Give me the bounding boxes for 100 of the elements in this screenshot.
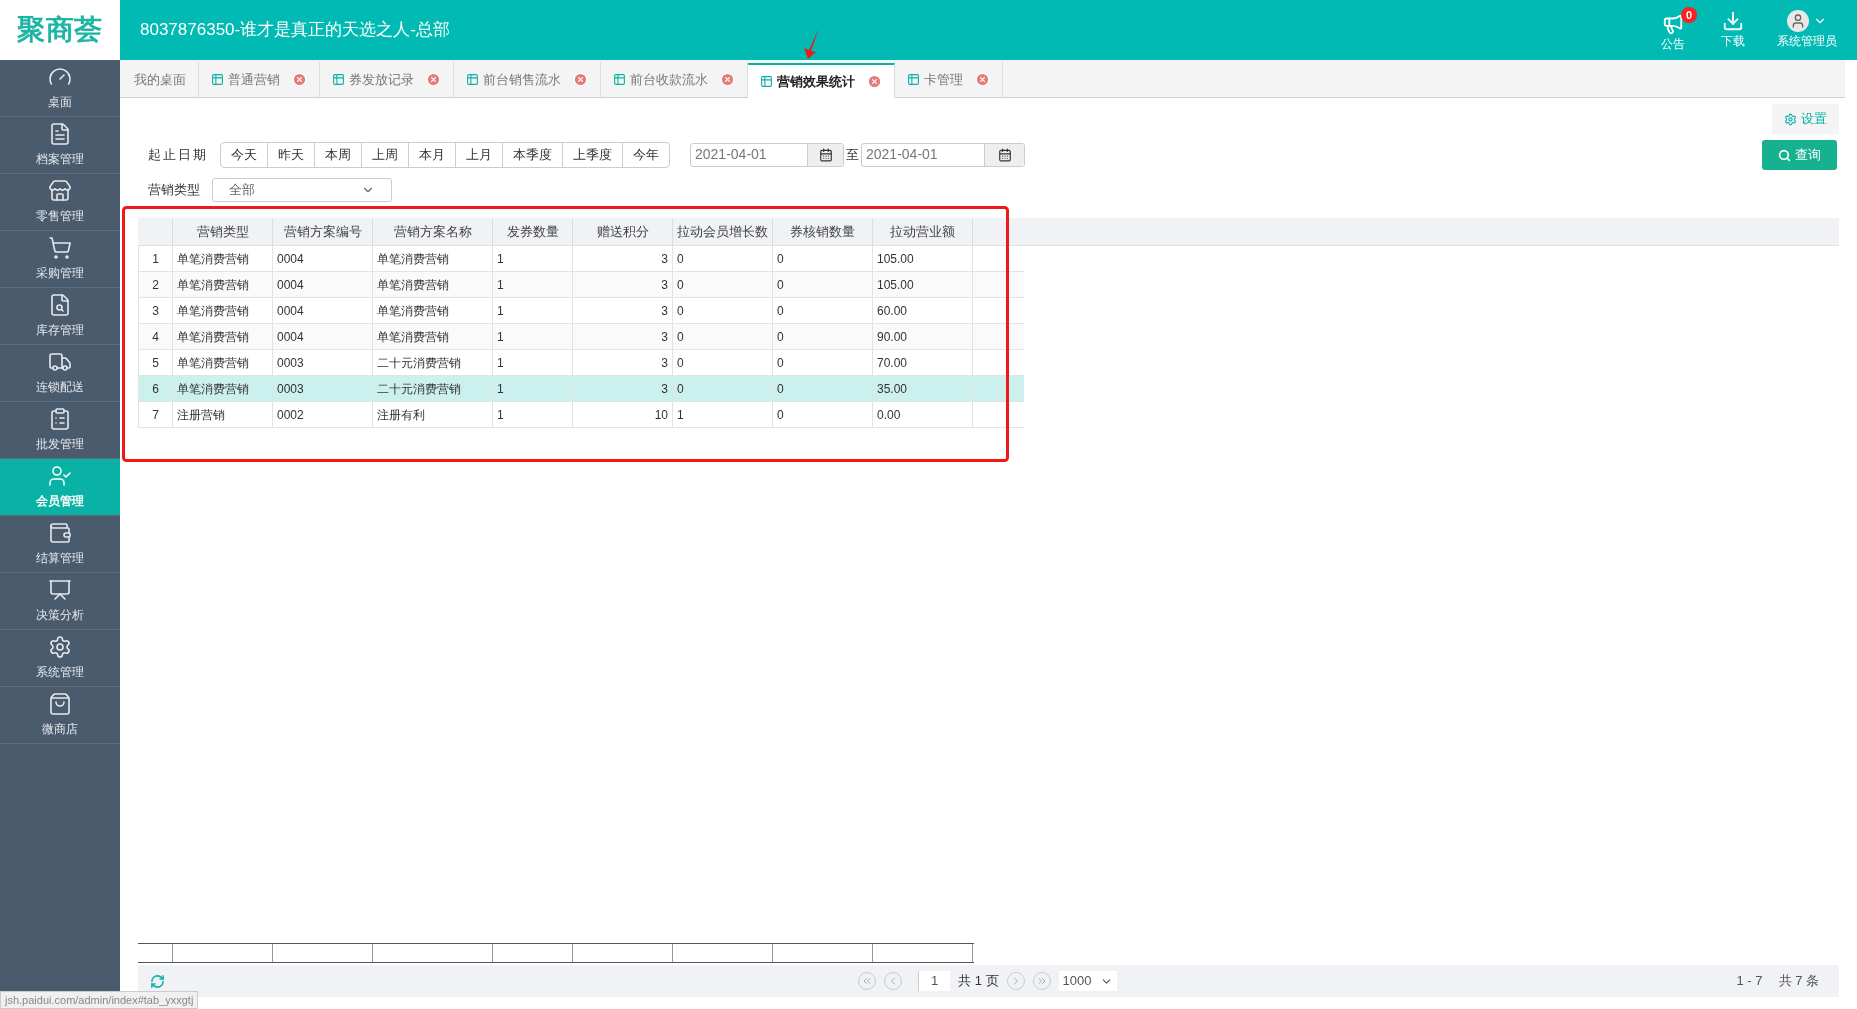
close-icon[interactable] [720, 72, 735, 87]
notice-button[interactable]: 公告 0 [1649, 7, 1697, 53]
table-cell-text: 0 [677, 250, 684, 268]
table-cell-text: 1 [497, 302, 504, 320]
sidebar-item[interactable]: 档案管理 [0, 117, 120, 174]
table-row[interactable]: 2 单笔消费营销 0004 单笔消费营销 1 3 0 0 105.00 [138, 272, 1024, 298]
table-cell-text: 105.00 [877, 276, 914, 294]
date-preset-button[interactable]: 上周 [361, 143, 408, 167]
table-cell-text: 0004 [277, 328, 304, 346]
row-number: 3 [152, 302, 159, 320]
close-icon[interactable] [292, 72, 307, 87]
table-cell-text: 0 [777, 380, 784, 398]
sidebar-item[interactable]: 结算管理 [0, 516, 120, 573]
close-icon[interactable] [426, 72, 441, 87]
search-icon [1778, 148, 1791, 162]
sidebar-item[interactable]: 采购管理 [0, 231, 120, 288]
start-date-field[interactable]: 2021-04-01 [690, 143, 844, 167]
date-preset-button[interactable]: 今年 [622, 143, 669, 167]
date-preset-button[interactable]: 上季度 [562, 143, 622, 167]
row-number: 1 [152, 250, 159, 268]
table-cell-text: 0 [677, 276, 684, 294]
table-cell-text: 3 [661, 380, 668, 398]
truck-icon [48, 350, 72, 374]
sidebar-item[interactable]: 库存管理 [0, 288, 120, 345]
row-number: 5 [152, 354, 159, 372]
tab[interactable]: 前台销售流水 [454, 62, 601, 97]
end-date-field[interactable]: 2021-04-01 [861, 143, 1025, 167]
table-cell-text: 3 [661, 354, 668, 372]
table-cell-text: 注册有利 [377, 406, 425, 424]
column-header: 营销方案名称 [373, 218, 493, 245]
row-number: 6 [152, 380, 159, 398]
date-preset-button[interactable]: 今天 [221, 143, 267, 167]
window-title: 8037876350-谁才是真正的天选之人-总部 [140, 19, 450, 42]
table-cell-text: 0 [777, 276, 784, 294]
table-cell-text: 0004 [277, 276, 304, 294]
table-cell-text: 0 [677, 380, 684, 398]
column-header: 拉动营业额 [873, 218, 973, 245]
page-field[interactable]: 1 [917, 971, 951, 991]
close-icon[interactable] [975, 72, 990, 87]
table-cell-text: 0003 [277, 354, 304, 372]
record-range: 1 - 7 [1736, 972, 1763, 991]
tab[interactable]: 我的桌面 [122, 62, 199, 97]
sidebar-item[interactable]: 系统管理 [0, 630, 120, 687]
table-cell-text: 0004 [277, 250, 304, 268]
table-cell-text: 单笔消费营销 [177, 276, 249, 294]
table-cell-text: 0 [777, 328, 784, 346]
type-label: 营销类型 [148, 181, 200, 200]
tab[interactable]: 券发放记录 [320, 62, 454, 97]
table-row[interactable]: 3 单笔消费营销 0004 单笔消费营销 1 3 0 0 60.00 [138, 298, 1024, 324]
table-cell-text: 1 [497, 380, 504, 398]
close-icon[interactable] [867, 74, 882, 89]
type-select[interactable]: 全部 [212, 178, 392, 202]
table-cell-text: 0004 [277, 302, 304, 320]
sidebar-item[interactable]: 微商店 [0, 687, 120, 744]
table-cell-text: 1 [677, 406, 684, 424]
table-cell-text: 1 [497, 406, 504, 424]
table-cell-text: 105.00 [877, 250, 914, 268]
tab[interactable]: 普通营销 [199, 62, 320, 97]
bag-icon [48, 692, 72, 716]
date-preset-button[interactable]: 昨天 [267, 143, 314, 167]
table-cell-text: 单笔消费营销 [377, 250, 449, 268]
wallet-icon [48, 521, 72, 545]
date-preset-button[interactable]: 本月 [408, 143, 455, 167]
sidebar-item[interactable]: 连锁配送 [0, 345, 120, 402]
date-label: 起止日期 [148, 146, 208, 165]
refresh-icon[interactable] [150, 973, 165, 989]
table-icon [907, 73, 920, 86]
table-cell-text: 1 [497, 328, 504, 346]
table-cell-text: 0003 [277, 380, 304, 398]
table-row[interactable]: 6 单笔消费营销 0003 二十元消费营销 1 3 0 0 35.00 [138, 376, 1024, 402]
chart-board-icon [48, 578, 72, 602]
column-header: 拉动会员增长数 [673, 218, 773, 245]
avatar [1787, 10, 1809, 32]
tab[interactable]: 营销效果统计 [748, 63, 895, 98]
close-icon[interactable] [573, 72, 588, 87]
table-row[interactable]: 7 注册营销 0002 注册有利 1 10 1 0 0.00 [138, 402, 1024, 428]
table-icon [466, 73, 479, 86]
clipboard-icon [48, 407, 72, 431]
table-cell-text: 单笔消费营销 [377, 302, 449, 320]
table-icon [613, 73, 626, 86]
sidebar-item[interactable]: 零售管理 [0, 174, 120, 231]
sidebar-item[interactable]: 决策分析 [0, 573, 120, 630]
table-cell-text: 单笔消费营销 [177, 302, 249, 320]
calendar-icon [818, 148, 833, 162]
gear-icon [48, 635, 72, 659]
table-icon [211, 73, 224, 86]
notification-badge: 0 [1681, 7, 1697, 23]
table-row[interactable]: 5 单笔消费营销 0003 二十元消费营销 1 3 0 0 70.00 [138, 350, 1024, 376]
table-cell-text: 注册营销 [177, 406, 225, 424]
table-row[interactable]: 1 单笔消费营销 0004 单笔消费营销 1 3 0 0 105.00 [138, 246, 1024, 272]
date-preset-button[interactable]: 本周 [314, 143, 361, 167]
row-number: 2 [152, 276, 159, 294]
date-preset-button[interactable]: 上月 [455, 143, 502, 167]
tab[interactable]: 卡管理 [895, 62, 1003, 97]
table-cell-text: 1 [497, 250, 504, 268]
date-preset-button[interactable]: 本季度 [502, 143, 562, 167]
status-url: jsh.paidui.com/admin/index#tab_yxxgtj [5, 992, 194, 1008]
page-size-select[interactable]: 1000 [1058, 971, 1117, 991]
table-row[interactable]: 4 单笔消费营销 0004 单笔消费营销 1 3 0 0 90.00 [138, 324, 1024, 350]
column-header: 营销类型 [173, 218, 273, 245]
